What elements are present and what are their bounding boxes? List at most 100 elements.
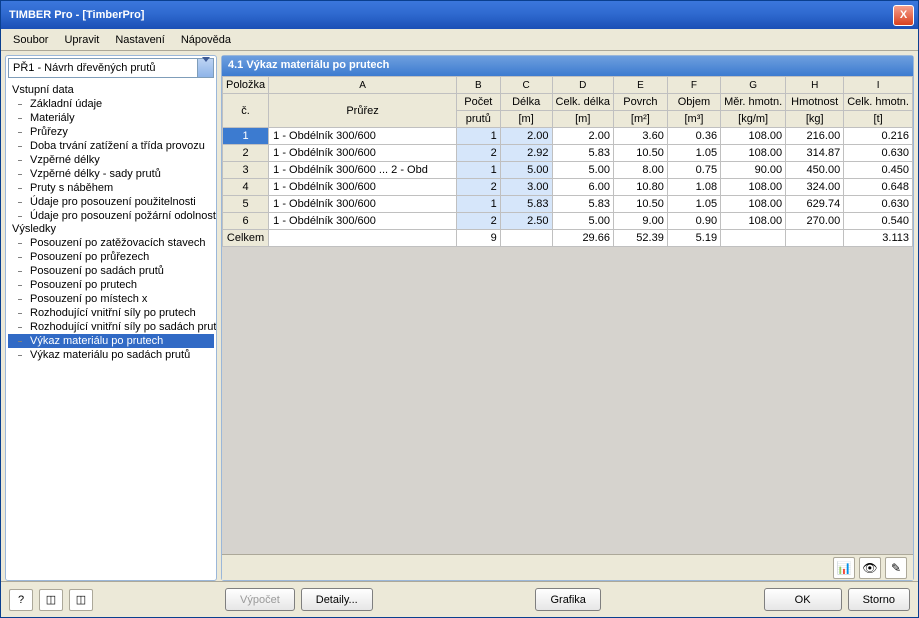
cell-mass[interactable]: 450.00 <box>786 162 844 179</box>
graphics-button[interactable]: Grafika <box>535 588 600 611</box>
help-icon[interactable]: ? <box>9 589 33 611</box>
cell-total-mass[interactable]: 0.216 <box>844 128 913 145</box>
tree-item[interactable]: Průřezy <box>8 125 214 139</box>
table-row[interactable]: 11 - Obdélník 300/60012.002.003.600.3610… <box>223 128 913 145</box>
cell-volume[interactable]: 1.05 <box>667 196 720 213</box>
cell-volume[interactable]: 1.05 <box>667 145 720 162</box>
cell-total-mass[interactable]: 0.630 <box>844 145 913 162</box>
cell-total-length[interactable]: 5.00 <box>552 213 613 230</box>
bookmark-prev-icon[interactable]: ◫ <box>39 589 63 611</box>
cell-total-length[interactable]: 5.83 <box>552 196 613 213</box>
tree-group-results[interactable]: Výsledky <box>8 223 214 235</box>
cell-count[interactable]: 2 <box>456 213 500 230</box>
cell-volume[interactable]: 0.75 <box>667 162 720 179</box>
cell-total-length[interactable]: 5.00 <box>552 162 613 179</box>
row-number[interactable]: 6 <box>223 213 269 230</box>
table-row[interactable]: 21 - Obdélník 300/60022.925.8310.501.051… <box>223 145 913 162</box>
cell-mass[interactable]: 270.00 <box>786 213 844 230</box>
cancel-button[interactable]: Storno <box>848 588 910 611</box>
cell-mass[interactable]: 324.00 <box>786 179 844 196</box>
cell-surface[interactable]: 8.00 <box>613 162 667 179</box>
table-row[interactable]: 61 - Obdélník 300/60022.505.009.000.9010… <box>223 213 913 230</box>
tree-item[interactable]: Základní údaje <box>8 97 214 111</box>
tree-item[interactable]: Materiály <box>8 111 214 125</box>
close-button[interactable]: X <box>893 5 914 26</box>
cell-mass[interactable]: 216.00 <box>786 128 844 145</box>
tree-item[interactable]: Vzpěrné délky - sady prutů <box>8 167 214 181</box>
cell-total-length[interactable]: 5.83 <box>552 145 613 162</box>
cell-count[interactable]: 2 <box>456 145 500 162</box>
cell-surface[interactable]: 9.00 <box>613 213 667 230</box>
cell-unit-mass[interactable]: 108.00 <box>721 145 786 162</box>
tree-group-input[interactable]: Vstupní data <box>8 84 214 96</box>
cell-length[interactable]: 2.00 <box>500 128 552 145</box>
ok-button[interactable]: OK <box>764 588 842 611</box>
row-number[interactable]: 1 <box>223 128 269 145</box>
row-number[interactable]: 3 <box>223 162 269 179</box>
table-row[interactable]: 31 - Obdélník 300/600 ... 2 - Obd15.005.… <box>223 162 913 179</box>
chart-icon[interactable]: 📊 <box>833 557 855 579</box>
cell-count[interactable]: 1 <box>456 162 500 179</box>
tree-item[interactable]: Údaje pro posouzení požární odolnosti <box>8 209 214 223</box>
cell-total-mass[interactable]: 0.540 <box>844 213 913 230</box>
menu-soubor[interactable]: Soubor <box>5 32 56 48</box>
tree-item[interactable]: Posouzení po sadách prutů <box>8 264 214 278</box>
cell-count[interactable]: 1 <box>456 196 500 213</box>
cell-total-length[interactable]: 2.00 <box>552 128 613 145</box>
tree-item[interactable]: Pruty s náběhem <box>8 181 214 195</box>
menu-napoveda[interactable]: Nápověda <box>173 32 239 48</box>
cell-unit-mass[interactable]: 108.00 <box>721 179 786 196</box>
cell-surface[interactable]: 10.50 <box>613 145 667 162</box>
cell-section[interactable]: 1 - Obdélník 300/600 <box>269 196 457 213</box>
cell-length[interactable]: 2.50 <box>500 213 552 230</box>
cell-surface[interactable]: 3.60 <box>613 128 667 145</box>
cell-total-length[interactable]: 6.00 <box>552 179 613 196</box>
cell-surface[interactable]: 10.80 <box>613 179 667 196</box>
tree-item[interactable]: Doba trvání zatížení a třída provozu <box>8 139 214 153</box>
tree-item[interactable]: Vzpěrné délky <box>8 153 214 167</box>
tree-item[interactable]: Výkaz materiálu po prutech <box>8 334 214 348</box>
tree-item[interactable]: Rozhodující vnitřní síly po sadách prutů <box>8 320 214 334</box>
cell-length[interactable]: 5.00 <box>500 162 552 179</box>
cell-count[interactable]: 2 <box>456 179 500 196</box>
bookmark-next-icon[interactable]: ◫ <box>69 589 93 611</box>
menu-nastaveni[interactable]: Nastavení <box>107 32 173 48</box>
cell-total-mass[interactable]: 0.630 <box>844 196 913 213</box>
tree-item[interactable]: Výkaz materiálu po sadách prutů <box>8 348 214 362</box>
pick-icon[interactable]: ✎ <box>885 557 907 579</box>
eye-icon[interactable]: 👁 <box>859 557 881 579</box>
calc-button[interactable]: Výpočet <box>225 588 295 611</box>
table-row[interactable]: 51 - Obdélník 300/60015.835.8310.501.051… <box>223 196 913 213</box>
row-number[interactable]: 4 <box>223 179 269 196</box>
menu-upravit[interactable]: Upravit <box>56 32 107 48</box>
cell-unit-mass[interactable]: 90.00 <box>721 162 786 179</box>
tree-item[interactable]: Posouzení po místech x <box>8 292 214 306</box>
cell-section[interactable]: 1 - Obdélník 300/600 <box>269 213 457 230</box>
cell-surface[interactable]: 10.50 <box>613 196 667 213</box>
cell-count[interactable]: 1 <box>456 128 500 145</box>
row-number[interactable]: 2 <box>223 145 269 162</box>
cell-mass[interactable]: 314.87 <box>786 145 844 162</box>
tree-item[interactable]: Údaje pro posouzení použitelnosti <box>8 195 214 209</box>
cell-total-mass[interactable]: 0.450 <box>844 162 913 179</box>
cell-volume[interactable]: 0.90 <box>667 213 720 230</box>
cell-section[interactable]: 1 - Obdélník 300/600 <box>269 128 457 145</box>
cell-unit-mass[interactable]: 108.00 <box>721 213 786 230</box>
tree-item[interactable]: Posouzení po průřezech <box>8 250 214 264</box>
cell-volume[interactable]: 0.36 <box>667 128 720 145</box>
module-combo[interactable]: PŘ1 - Návrh dřevěných prutů <box>8 58 214 78</box>
cell-length[interactable]: 2.92 <box>500 145 552 162</box>
cell-mass[interactable]: 629.74 <box>786 196 844 213</box>
grid-scroll-area[interactable]: Položka A B C D E F G H I č. <box>222 76 913 554</box>
cell-length[interactable]: 3.00 <box>500 179 552 196</box>
cell-volume[interactable]: 1.08 <box>667 179 720 196</box>
table-row[interactable]: 41 - Obdélník 300/60023.006.0010.801.081… <box>223 179 913 196</box>
cell-section[interactable]: 1 - Obdélník 300/600 ... 2 - Obd <box>269 162 457 179</box>
cell-unit-mass[interactable]: 108.00 <box>721 128 786 145</box>
tree-item[interactable]: Rozhodující vnitřní síly po prutech <box>8 306 214 320</box>
cell-section[interactable]: 1 - Obdélník 300/600 <box>269 179 457 196</box>
cell-length[interactable]: 5.83 <box>500 196 552 213</box>
details-button[interactable]: Detaily... <box>301 588 373 611</box>
row-number[interactable]: 5 <box>223 196 269 213</box>
tree-item[interactable]: Posouzení po prutech <box>8 278 214 292</box>
